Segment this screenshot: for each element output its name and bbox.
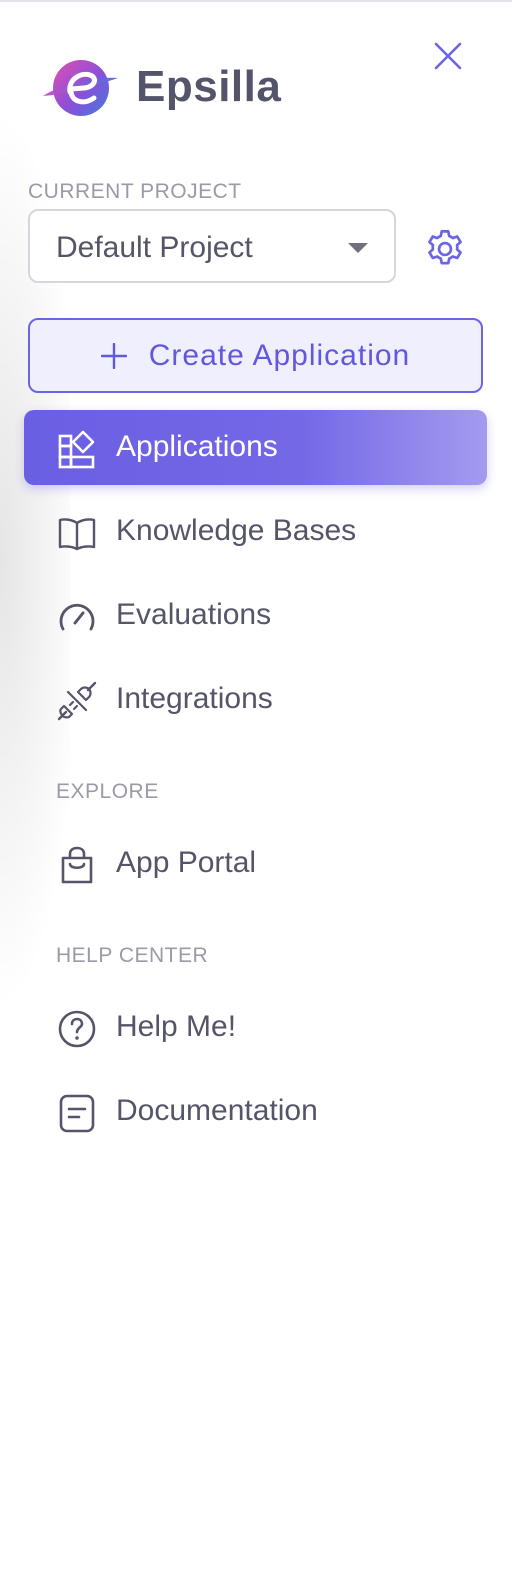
explore-section-label: EXPLORE bbox=[56, 780, 159, 803]
question-circle-icon bbox=[56, 1008, 98, 1050]
document-icon bbox=[56, 1092, 98, 1134]
epsilla-logo-icon bbox=[40, 58, 120, 120]
project-select[interactable]: Default Project bbox=[28, 209, 396, 283]
brand-name: Epsilla bbox=[136, 62, 282, 111]
nav-item-documentation[interactable]: Documentation bbox=[24, 1074, 487, 1149]
nav-item-help-me[interactable]: Help Me! bbox=[24, 990, 487, 1065]
plug-icon bbox=[56, 680, 98, 722]
help-center-section-label: HELP CENTER bbox=[56, 944, 209, 967]
chevron-down-icon bbox=[348, 243, 368, 253]
plus-icon bbox=[100, 342, 127, 369]
apps-icon bbox=[56, 428, 98, 470]
nav-item-knowledge-bases[interactable]: Knowledge Bases bbox=[24, 494, 487, 569]
gauge-icon bbox=[56, 596, 98, 638]
nav-item-evaluations[interactable]: Evaluations bbox=[24, 578, 487, 653]
nav-item-label: Documentation bbox=[116, 1094, 318, 1127]
gear-icon bbox=[422, 226, 468, 272]
nav-item-label: App Portal bbox=[116, 846, 257, 879]
book-icon bbox=[56, 512, 98, 554]
shopping-bag-icon bbox=[56, 844, 98, 886]
project-select-value: Default Project bbox=[56, 231, 253, 264]
close-button[interactable] bbox=[428, 36, 468, 76]
nav-item-label: Integrations bbox=[116, 682, 273, 715]
nav-item-integrations[interactable]: Integrations bbox=[24, 662, 487, 737]
current-project-label: CURRENT PROJECT bbox=[28, 180, 242, 203]
nav-item-applications[interactable]: Applications bbox=[24, 410, 487, 485]
nav-item-label: Applications bbox=[116, 430, 278, 463]
nav-item-app-portal[interactable]: App Portal bbox=[24, 826, 487, 901]
create-application-label: Create Application bbox=[148, 338, 411, 372]
project-settings-button[interactable] bbox=[422, 226, 468, 272]
nav-item-label: Help Me! bbox=[116, 1010, 237, 1043]
nav-item-label: Evaluations bbox=[116, 598, 272, 631]
create-application-button[interactable]: Create Application bbox=[28, 318, 483, 393]
navigation-drawer: Epsilla CURRENT PROJECT Default Project … bbox=[0, 0, 512, 1570]
close-icon bbox=[434, 42, 462, 70]
nav-item-label: Knowledge Bases bbox=[116, 514, 357, 547]
